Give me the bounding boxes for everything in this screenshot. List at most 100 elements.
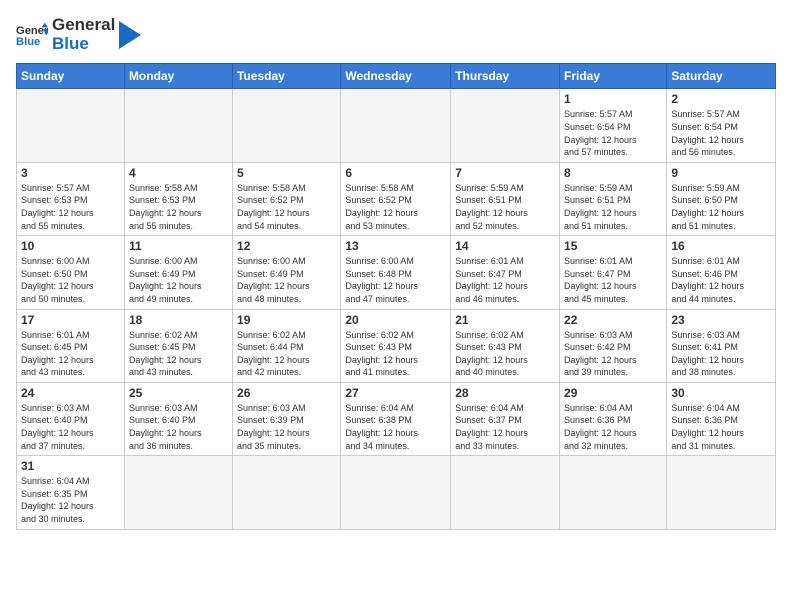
weekday-header-saturday: Saturday (667, 64, 776, 89)
day-info: Sunrise: 6:03 AM Sunset: 6:42 PM Dayligh… (564, 329, 662, 379)
day-number: 29 (564, 386, 662, 400)
day-cell (233, 456, 341, 529)
week-row-2: 3 Sunrise: 5:57 AM Sunset: 6:53 PM Daylig… (17, 162, 776, 235)
weekday-header-sunday: Sunday (17, 64, 125, 89)
logo-icon: General Blue (16, 21, 48, 49)
day-cell: 10Sunrise: 6:00 AM Sunset: 6:50 PM Dayli… (17, 236, 125, 309)
logo: General Blue General Blue (16, 16, 141, 53)
day-number: 23 (671, 313, 771, 327)
day-number: 21 (455, 313, 555, 327)
day-number: 8 (564, 166, 662, 180)
day-info: Sunrise: 6:01 AM Sunset: 6:47 PM Dayligh… (455, 255, 555, 305)
day-info: Sunrise: 6:03 AM Sunset: 6:40 PM Dayligh… (129, 402, 228, 452)
day-info: Sunrise: 6:02 AM Sunset: 6:43 PM Dayligh… (455, 329, 555, 379)
day-number: 1 (564, 92, 662, 106)
weekday-header-monday: Monday (124, 64, 232, 89)
day-cell (451, 456, 560, 529)
day-info: Sunrise: 5:57 AM Sunset: 6:54 PM Dayligh… (671, 108, 771, 158)
logo-blue: Blue (52, 35, 115, 54)
week-row-5: 24 Sunrise: 6:03 AM Sunset: 6:40 PM Dayli… (17, 382, 776, 455)
day-info: Sunrise: 5:59 AM Sunset: 6:51 PM Dayligh… (455, 182, 555, 232)
day-cell: 17Sunrise: 6:01 AM Sunset: 6:45 PM Dayli… (17, 309, 125, 382)
weekday-header-thursday: Thursday (451, 64, 560, 89)
day-number: 24 (21, 386, 120, 400)
day-number: 12 (237, 239, 336, 253)
weekday-header-friday: Friday (560, 64, 667, 89)
day-info: Sunrise: 5:59 AM Sunset: 6:50 PM Dayligh… (671, 182, 771, 232)
day-info: Sunrise: 6:04 AM Sunset: 6:38 PM Dayligh… (345, 402, 446, 452)
day-number: 25 (129, 386, 228, 400)
day-info: Sunrise: 6:00 AM Sunset: 6:50 PM Dayligh… (21, 255, 120, 305)
day-info: Sunrise: 5:58 AM Sunset: 6:53 PM Dayligh… (129, 182, 228, 232)
day-number: 27 (345, 386, 446, 400)
day-cell (341, 456, 451, 529)
svg-text:Blue: Blue (16, 36, 40, 48)
day-cell (667, 456, 776, 529)
day-info: Sunrise: 6:04 AM Sunset: 6:37 PM Dayligh… (455, 402, 555, 452)
day-number: 20 (345, 313, 446, 327)
day-number: 28 (455, 386, 555, 400)
day-cell: 24Sunrise: 6:03 AM Sunset: 6:40 PM Dayli… (17, 382, 125, 455)
day-cell: 27 Sunrise: 6:04 AM Sunset: 6:38 PM Dayli… (341, 382, 451, 455)
day-cell (124, 89, 232, 162)
weekday-header-tuesday: Tuesday (233, 64, 341, 89)
weekday-header-wednesday: Wednesday (341, 64, 451, 89)
day-number: 13 (345, 239, 446, 253)
day-number: 3 (21, 166, 120, 180)
day-info: Sunrise: 6:04 AM Sunset: 6:36 PM Dayligh… (671, 402, 771, 452)
day-number: 18 (129, 313, 228, 327)
day-info: Sunrise: 6:03 AM Sunset: 6:41 PM Dayligh… (671, 329, 771, 379)
day-cell: 12 Sunrise: 6:00 AM Sunset: 6:49 PM Dayli… (233, 236, 341, 309)
day-number: 31 (21, 459, 120, 473)
day-cell: 30Sunrise: 6:04 AM Sunset: 6:36 PM Dayli… (667, 382, 776, 455)
day-number: 7 (455, 166, 555, 180)
day-info: Sunrise: 6:01 AM Sunset: 6:47 PM Dayligh… (564, 255, 662, 305)
day-cell: 31 Sunrise: 6:04 AM Sunset: 6:35 PM Dayli… (17, 456, 125, 529)
day-cell (560, 456, 667, 529)
calendar-table: SundayMondayTuesdayWednesdayThursdayFrid… (16, 63, 776, 529)
day-cell: 6Sunrise: 5:58 AM Sunset: 6:52 PM Daylig… (341, 162, 451, 235)
day-cell: 14 Sunrise: 6:01 AM Sunset: 6:47 PM Dayli… (451, 236, 560, 309)
week-row-4: 17Sunrise: 6:01 AM Sunset: 6:45 PM Dayli… (17, 309, 776, 382)
day-cell: 3 Sunrise: 5:57 AM Sunset: 6:53 PM Daylig… (17, 162, 125, 235)
day-cell: 26Sunrise: 6:03 AM Sunset: 6:39 PM Dayli… (233, 382, 341, 455)
day-cell: 5Sunrise: 5:58 AM Sunset: 6:52 PM Daylig… (233, 162, 341, 235)
day-cell: 15 Sunrise: 6:01 AM Sunset: 6:47 PM Dayli… (560, 236, 667, 309)
day-cell: 18 Sunrise: 6:02 AM Sunset: 6:45 PM Dayli… (124, 309, 232, 382)
day-cell (124, 456, 232, 529)
day-cell: 4Sunrise: 5:58 AM Sunset: 6:53 PM Daylig… (124, 162, 232, 235)
day-number: 14 (455, 239, 555, 253)
day-info: Sunrise: 6:04 AM Sunset: 6:36 PM Dayligh… (564, 402, 662, 452)
page-header: General Blue General Blue (16, 16, 776, 53)
day-info: Sunrise: 6:01 AM Sunset: 6:46 PM Dayligh… (671, 255, 771, 305)
day-cell (341, 89, 451, 162)
day-number: 11 (129, 239, 228, 253)
day-number: 22 (564, 313, 662, 327)
day-cell (233, 89, 341, 162)
day-number: 6 (345, 166, 446, 180)
day-info: Sunrise: 6:02 AM Sunset: 6:45 PM Dayligh… (129, 329, 228, 379)
day-info: Sunrise: 6:04 AM Sunset: 6:35 PM Dayligh… (21, 475, 120, 525)
day-cell: 8 Sunrise: 5:59 AM Sunset: 6:51 PM Daylig… (560, 162, 667, 235)
day-cell: 2Sunrise: 5:57 AM Sunset: 6:54 PM Daylig… (667, 89, 776, 162)
day-info: Sunrise: 6:00 AM Sunset: 6:48 PM Dayligh… (345, 255, 446, 305)
day-number: 15 (564, 239, 662, 253)
day-info: Sunrise: 5:57 AM Sunset: 6:53 PM Dayligh… (21, 182, 120, 232)
day-cell: 13 Sunrise: 6:00 AM Sunset: 6:48 PM Dayli… (341, 236, 451, 309)
day-cell: 28 Sunrise: 6:04 AM Sunset: 6:37 PM Dayli… (451, 382, 560, 455)
day-cell: 11Sunrise: 6:00 AM Sunset: 6:49 PM Dayli… (124, 236, 232, 309)
day-number: 5 (237, 166, 336, 180)
logo-general: General (52, 16, 115, 35)
day-cell: 19Sunrise: 6:02 AM Sunset: 6:44 PM Dayli… (233, 309, 341, 382)
day-number: 26 (237, 386, 336, 400)
week-row-3: 10Sunrise: 6:00 AM Sunset: 6:50 PM Dayli… (17, 236, 776, 309)
day-cell (451, 89, 560, 162)
day-info: Sunrise: 6:00 AM Sunset: 6:49 PM Dayligh… (237, 255, 336, 305)
day-cell: 22 Sunrise: 6:03 AM Sunset: 6:42 PM Dayli… (560, 309, 667, 382)
day-info: Sunrise: 5:59 AM Sunset: 6:51 PM Dayligh… (564, 182, 662, 232)
day-cell: 29 Sunrise: 6:04 AM Sunset: 6:36 PM Dayli… (560, 382, 667, 455)
week-row-6: 31 Sunrise: 6:04 AM Sunset: 6:35 PM Dayli… (17, 456, 776, 529)
day-number: 16 (671, 239, 771, 253)
day-cell: 25 Sunrise: 6:03 AM Sunset: 6:40 PM Dayli… (124, 382, 232, 455)
day-cell: 9Sunrise: 5:59 AM Sunset: 6:50 PM Daylig… (667, 162, 776, 235)
